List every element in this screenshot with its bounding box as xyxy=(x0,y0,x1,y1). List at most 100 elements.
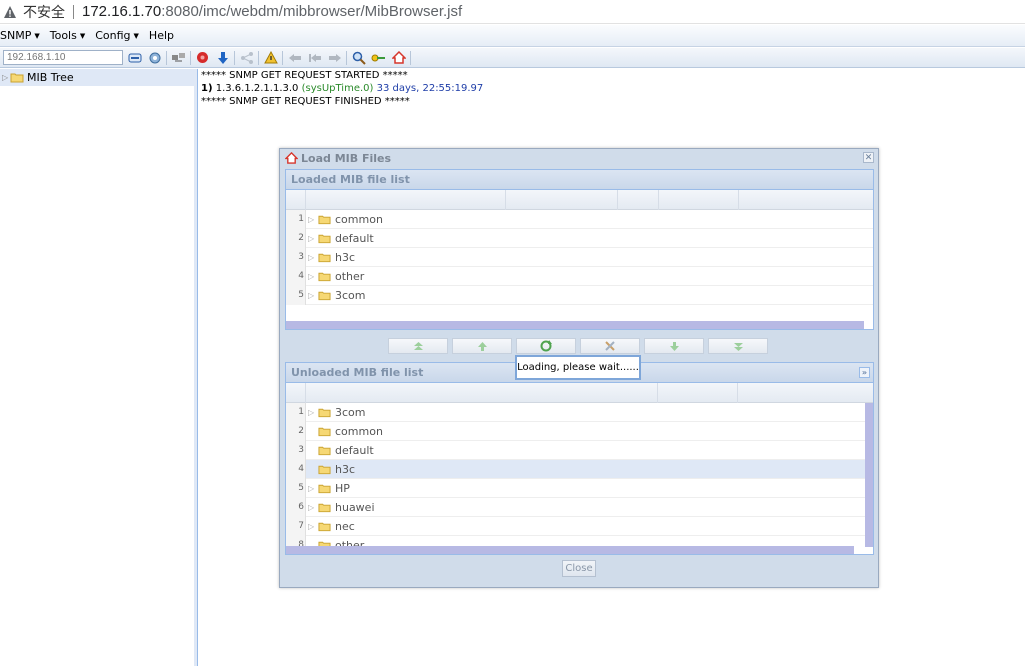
mib-file-name: HP xyxy=(335,481,350,495)
result-oid-name: (sysUpTime.0) xyxy=(301,83,374,94)
table-row[interactable]: 3 default xyxy=(286,441,873,460)
move-top-button[interactable] xyxy=(388,338,448,354)
result-index: 1) xyxy=(201,83,213,94)
table-row[interactable]: 8 other xyxy=(286,536,873,546)
menu-tools[interactable]: Tools ▼ xyxy=(50,29,92,42)
toolbar-separator xyxy=(166,50,167,65)
result-value: 33 days, 22:55:19.97 xyxy=(373,83,484,94)
row-number: 5 xyxy=(298,483,304,493)
vertical-scrollbar[interactable] xyxy=(865,403,873,547)
home-button[interactable] xyxy=(390,50,407,66)
result-oid: 1.3.6.1.2.1.1.3.0 xyxy=(212,83,302,94)
column-header-cell[interactable] xyxy=(286,190,306,210)
move-up-button[interactable] xyxy=(452,338,512,354)
expand-arrow-icon[interactable]: ▷ xyxy=(308,272,318,281)
find-button[interactable] xyxy=(350,50,367,66)
table-row[interactable]: 6 ▷ huawei xyxy=(286,498,873,517)
collapse-icon[interactable]: » xyxy=(859,367,870,378)
loaded-mib-panel: Loaded MIB file list 1 ▷ common 2 ▷ default 3 ▷… xyxy=(285,169,875,330)
table-row[interactable]: 1 ▷ common xyxy=(286,210,873,229)
expand-arrow-icon[interactable]: ▷ xyxy=(308,522,318,531)
table-row[interactable]: 1 ▷ 3com xyxy=(286,403,873,422)
folder-icon xyxy=(318,465,331,474)
expand-arrow-icon[interactable]: ▷ xyxy=(308,408,318,417)
get-button[interactable] xyxy=(214,50,231,66)
close-button[interactable]: Close xyxy=(562,560,596,577)
expand-arrow-icon[interactable]: ▷ xyxy=(308,253,318,262)
expand-arrow-icon[interactable]: ▷ xyxy=(308,484,318,493)
toolbar-separator xyxy=(258,50,259,65)
table-row[interactable]: 5 ▷ HP xyxy=(286,479,873,498)
table-row[interactable]: 3 ▷ h3c xyxy=(286,248,873,267)
mib-file-name: h3c xyxy=(335,250,356,264)
tree-button[interactable] xyxy=(238,50,255,66)
expand-arrow-icon[interactable]: ▷ xyxy=(308,291,318,300)
settings-button[interactable] xyxy=(146,50,163,66)
menu-config-label: Config xyxy=(95,29,131,42)
expand-arrow-icon[interactable]: ▷ xyxy=(308,503,318,512)
folder-icon xyxy=(318,484,331,493)
output-started-line: ***** SNMP GET REQUEST STARTED ***** xyxy=(201,70,408,81)
load-mib-button[interactable] xyxy=(370,50,387,66)
column-header-cell[interactable] xyxy=(506,190,618,210)
column-header-cell[interactable] xyxy=(739,190,875,210)
table-row[interactable]: 4 ▷ other xyxy=(286,267,873,286)
unloaded-rows: 1 ▷ 3com 2 common 3 default 4 h3c 5 ▷ HP 6 ▷ huawei… xyxy=(286,403,873,546)
remove-button[interactable] xyxy=(580,338,640,354)
address-separator xyxy=(73,4,74,19)
expand-arrow-icon[interactable] xyxy=(308,446,318,455)
double-up-icon xyxy=(413,341,423,350)
walk-button[interactable] xyxy=(170,50,187,66)
table-row[interactable]: 2 ▷ default xyxy=(286,229,873,248)
move-down-button[interactable] xyxy=(644,338,704,354)
refresh-button[interactable] xyxy=(516,338,576,354)
trap-button[interactable] xyxy=(262,50,279,66)
row-number: 3 xyxy=(298,445,304,455)
forward-button[interactable] xyxy=(326,50,343,66)
column-header-cell[interactable] xyxy=(659,190,739,210)
toolbar-separator xyxy=(410,50,411,65)
mib-file-name: default xyxy=(335,443,374,457)
device-settings-button[interactable] xyxy=(126,50,143,66)
browser-address-bar[interactable]: 不安全 172.16.1.70:8080/imc/webdm/mibbrowse… xyxy=(0,0,1025,24)
back-button[interactable] xyxy=(286,50,303,66)
expand-arrow-icon[interactable]: ▷ xyxy=(308,215,318,224)
url-text[interactable]: 172.16.1.70:8080/imc/webdm/mibbrowser/Mi… xyxy=(82,3,462,20)
expand-arrow-icon[interactable] xyxy=(308,427,318,436)
warning-icon xyxy=(4,5,16,18)
folder-icon xyxy=(318,272,331,281)
expand-arrow-icon[interactable]: ▷ xyxy=(308,234,318,243)
dialog-title-bar[interactable]: Load MIB Files ✕ xyxy=(280,149,878,167)
unloaded-mib-panel: Unloaded MIB file list » 1 ▷ 3com 2 common 3… xyxy=(285,362,875,555)
tree-icon xyxy=(240,51,253,64)
mib-file-name: h3c xyxy=(335,462,356,476)
stop-button[interactable] xyxy=(194,50,211,66)
menu-config[interactable]: Config ▼ xyxy=(95,29,145,42)
column-header-cell[interactable] xyxy=(658,383,738,403)
chevron-down-icon: ▼ xyxy=(79,31,86,40)
expand-arrow-icon[interactable] xyxy=(308,465,318,474)
row-number: 2 xyxy=(298,233,304,243)
first-button[interactable] xyxy=(306,50,323,66)
column-header-cell[interactable] xyxy=(306,383,658,403)
column-header-cell[interactable] xyxy=(306,190,506,210)
table-row[interactable]: 7 ▷ nec xyxy=(286,517,873,536)
expand-arrow-icon[interactable]: ▷ xyxy=(2,73,10,82)
menu-snmp[interactable]: SNMP ▼ xyxy=(0,29,46,42)
column-header-cell[interactable] xyxy=(738,383,875,403)
column-header-cell[interactable] xyxy=(618,190,659,210)
horizontal-scrollbar[interactable] xyxy=(286,321,864,329)
menu-help-label: Help xyxy=(148,29,174,42)
toolbar-separator xyxy=(234,50,235,65)
table-row[interactable]: 5 ▷ 3com xyxy=(286,286,873,305)
move-bottom-button[interactable] xyxy=(708,338,768,354)
close-icon[interactable]: ✕ xyxy=(863,152,874,163)
table-row[interactable]: 2 common xyxy=(286,422,873,441)
table-row[interactable]: 4 h3c xyxy=(286,460,873,479)
stop-icon xyxy=(197,52,208,63)
column-header-cell[interactable] xyxy=(286,383,306,403)
horizontal-scrollbar[interactable] xyxy=(286,546,854,554)
menu-help[interactable]: Help xyxy=(149,29,180,42)
tree-node-mib-tree[interactable]: ▷ MIB Tree xyxy=(0,69,194,86)
ip-address-input[interactable] xyxy=(3,50,123,65)
